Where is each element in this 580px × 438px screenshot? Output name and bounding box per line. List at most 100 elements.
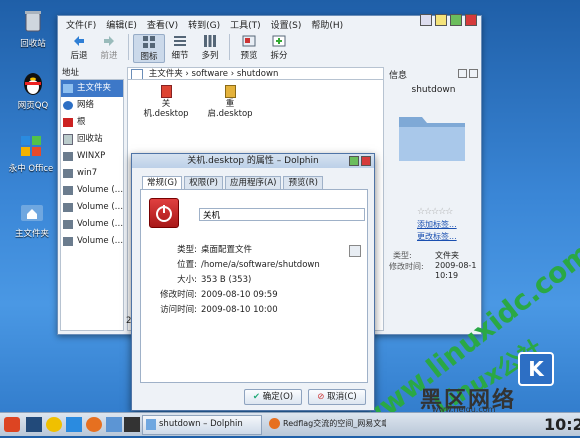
breadcrumb-separator: › xyxy=(230,69,235,79)
qq-icon[interactable] xyxy=(46,417,62,432)
drive-icon xyxy=(63,203,73,212)
show-desktop-icon[interactable] xyxy=(26,417,42,432)
info-mtime-value: 2009-08-1 10:19 xyxy=(435,261,477,280)
desktop-icon-home[interactable]: 主文件夹 xyxy=(7,198,57,239)
split-icon xyxy=(272,35,286,47)
desktop-icon-trash[interactable]: 回收站 xyxy=(8,8,58,49)
places-item-drive[interactable]: win7 xyxy=(61,165,123,182)
columns-view-button[interactable]: 多列 xyxy=(195,34,225,61)
places-panel-title: 地址 xyxy=(62,68,80,78)
menu-file[interactable]: 文件(F) xyxy=(61,19,101,33)
tab-general[interactable]: 常规(G) xyxy=(142,176,183,190)
details-view-button[interactable]: 细节 xyxy=(165,34,195,61)
clock[interactable]: 10:21 xyxy=(544,415,580,434)
info-mtime-label: 修改时间: xyxy=(389,262,424,271)
places-item-trash[interactable]: 回收站 xyxy=(61,131,123,148)
breadcrumb-item-software[interactable]: software xyxy=(192,69,229,79)
rating-stars[interactable]: ☆☆☆☆☆ xyxy=(417,207,453,217)
cancel-button[interactable]: ⊘ 取消(C) xyxy=(308,389,366,405)
info-type-value: 文件夹 xyxy=(435,251,459,260)
split-button[interactable]: 拆分 xyxy=(264,34,294,61)
arrow-right-icon xyxy=(104,36,114,46)
desktop-icon-webqq[interactable]: 网页QQ xyxy=(8,70,58,111)
minimize-button[interactable] xyxy=(435,14,447,26)
start-menu-icon[interactable] xyxy=(4,417,20,432)
home-icon xyxy=(63,84,73,93)
home-folder-icon[interactable] xyxy=(106,417,122,432)
drive-icon xyxy=(63,237,73,246)
preview-button[interactable]: 预览 xyxy=(234,34,264,61)
places-item-drive[interactable]: Volume (… xyxy=(61,182,123,199)
preview-icon xyxy=(242,35,256,47)
tab-permissions[interactable]: 权限(P) xyxy=(184,176,223,190)
drive-icon xyxy=(63,186,73,195)
firefox-icon[interactable] xyxy=(86,417,102,432)
window-menu-button[interactable] xyxy=(420,14,432,26)
drive-icon xyxy=(63,152,73,161)
float-panel-button[interactable] xyxy=(458,69,467,78)
places-item-drive[interactable]: Volume (… xyxy=(61,216,123,233)
file-item[interactable]: 关 机.desktop xyxy=(136,85,196,119)
check-icon: ✔ xyxy=(252,392,261,402)
desktop-icon-label: 永中 Office xyxy=(8,164,54,174)
taskbar-task-dolphin[interactable]: shutdown – Dolphin xyxy=(142,415,262,435)
desktop-icon-yozo-office[interactable]: 永中 Office xyxy=(6,133,56,174)
shutdown-icon-button[interactable] xyxy=(149,198,179,228)
toolbar-separator xyxy=(229,34,230,60)
file-item[interactable]: 重 启.desktop xyxy=(200,85,260,119)
add-tag-link[interactable]: 添加标签... xyxy=(417,219,457,230)
close-button[interactable] xyxy=(465,14,477,26)
name-field[interactable] xyxy=(199,208,365,221)
folder-icon xyxy=(399,117,465,161)
menu-edit[interactable]: 编辑(E) xyxy=(101,19,142,33)
places-item-network[interactable]: 网络 xyxy=(61,97,123,114)
prop-row-accessed: 访问时间: 2009-08-10 10:00 xyxy=(160,305,278,315)
dialog-title: 关机.desktop 的属性 – Dolphin xyxy=(187,156,319,166)
close-button[interactable] xyxy=(361,156,371,166)
arrow-left-icon xyxy=(74,36,84,46)
desktop-icon-label: 网页QQ xyxy=(17,101,49,111)
icons-view-button[interactable]: 图标 xyxy=(133,34,165,63)
power-icon xyxy=(156,205,172,222)
forward-button[interactable]: 前进 xyxy=(94,34,124,61)
edit-filetype-icon[interactable] xyxy=(349,245,361,257)
desktop-file-icon xyxy=(224,85,236,98)
taskbar-task-firefox[interactable]: Redflag交流的空间_网易文章 xyxy=(266,415,386,433)
menu-settings[interactable]: 设置(S) xyxy=(266,19,307,33)
close-panel-button[interactable] xyxy=(469,69,478,78)
places-item-drive[interactable]: WINXP xyxy=(61,148,123,165)
menu-tools[interactable]: 工具(T) xyxy=(225,19,266,33)
dialog-titlebar: 关机.desktop 的属性 – Dolphin xyxy=(132,154,374,168)
ok-button[interactable]: ✔ 确定(O) xyxy=(244,389,302,405)
info-panel-buttons xyxy=(458,69,478,78)
drive-icon xyxy=(63,220,73,229)
tab-preview[interactable]: 预览(R) xyxy=(283,176,323,190)
tab-application[interactable]: 应用程序(A) xyxy=(225,176,282,190)
menu-view[interactable]: 查看(V) xyxy=(142,19,183,33)
menu-go[interactable]: 转到(G) xyxy=(183,19,225,33)
dialog-tabs: 常规(G) 权限(P) 应用程序(A) 预览(R) xyxy=(142,176,323,190)
trash-icon xyxy=(63,134,73,145)
office-icon[interactable] xyxy=(66,417,82,432)
menu-help[interactable]: 帮助(H) xyxy=(306,19,348,33)
info-type-label: 类型: xyxy=(393,251,412,260)
info-panel-title: 信息 xyxy=(389,71,408,81)
places-item-home[interactable]: 主文件夹 xyxy=(61,80,123,97)
change-tag-link[interactable]: 更改标签... xyxy=(417,231,457,242)
back-button[interactable]: 后退 xyxy=(64,34,94,61)
maximize-button[interactable] xyxy=(450,14,462,26)
breadcrumb-separator: › xyxy=(185,69,189,79)
places-item-drive[interactable]: Volume (… xyxy=(61,199,123,216)
places-item-drive[interactable]: Volume (… xyxy=(61,233,123,250)
breadcrumb-item-home[interactable]: 主文件夹 xyxy=(149,69,183,79)
firefox-icon xyxy=(269,418,280,429)
information-panel: 信息 shutdown ☆☆☆☆☆ 添加标签... 更改标签... 类型: 文件… xyxy=(387,67,480,329)
minimize-button[interactable] xyxy=(349,156,359,166)
info-folder-name: shutdown xyxy=(411,85,456,95)
details-view-icon xyxy=(174,36,186,46)
places-item-root[interactable]: 根 xyxy=(61,114,123,131)
terminal-icon[interactable] xyxy=(124,417,140,432)
dolphin-icon xyxy=(146,419,156,430)
breadcrumb-item-shutdown[interactable]: shutdown xyxy=(237,69,278,79)
prop-row-location: 位置: /home/a/software/shutdown xyxy=(177,260,320,270)
